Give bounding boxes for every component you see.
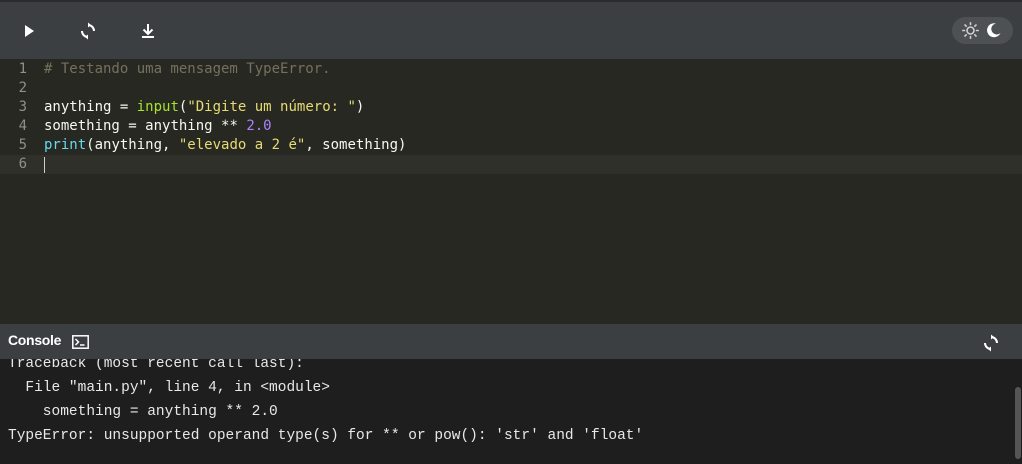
terminal-icon [72, 335, 89, 349]
text-cursor [44, 157, 45, 173]
play-icon [25, 25, 34, 37]
code-comment: # Testando uma mensagem TypeError. [44, 61, 331, 77]
code-operator: = [111, 99, 137, 115]
console-scrollbar[interactable] [1014, 359, 1022, 464]
refresh-icon[interactable] [982, 334, 1000, 352]
code-line: 5 print(anything, "elevado a 2 é", somet… [0, 136, 1022, 155]
code-line-active: 6 [0, 155, 1022, 174]
console-line: Traceback (most recent call last): [8, 359, 304, 372]
line-number: 3 [18, 99, 27, 115]
code-builtin: print [44, 137, 87, 153]
code-line: 1 # Testando uma mensagem TypeError. [0, 60, 1022, 79]
code-text[interactable]: something = anything ** 2.0 [44, 117, 272, 136]
console-line: File "main.py", line 4, in <module> [8, 380, 330, 396]
line-number: 2 [18, 80, 27, 96]
code-operator: = [119, 118, 146, 134]
download-icon [142, 24, 154, 38]
code-text[interactable]: # Testando uma mensagem TypeError. [44, 60, 331, 79]
sun-icon[interactable] [962, 22, 979, 39]
download-button[interactable] [137, 20, 159, 42]
run-button[interactable] [18, 20, 40, 42]
code-string: "elevado a 2 é" [178, 137, 306, 153]
code-editor[interactable]: 1 # Testando uma mensagem TypeError. 2 3… [0, 59, 1022, 324]
code-number: 2.0 [246, 118, 272, 134]
code-line: 2 [0, 79, 1022, 98]
code-args: , something) [305, 137, 407, 153]
moon-icon[interactable] [985, 22, 1002, 39]
code-identifier: anything [44, 99, 112, 115]
code-text[interactable]: print(anything, "elevado a 2 é", somethi… [44, 136, 406, 155]
reset-code-button[interactable] [77, 20, 99, 42]
code-operator: ** [212, 118, 247, 134]
code-function: input [136, 99, 179, 115]
console-line: something = anything ** 2.0 [8, 404, 278, 420]
code-line: 3 anything = input("Digite um número: ") [0, 98, 1022, 117]
code-identifier: anything [145, 118, 213, 134]
console-header: Console [0, 324, 1022, 359]
theme-toggle[interactable] [952, 17, 1013, 44]
console-line: TypeError: unsupported operand type(s) f… [8, 428, 644, 444]
scrollbar-thumb[interactable] [1015, 387, 1021, 459]
code-text[interactable]: anything = input("Digite um número: ") [44, 98, 364, 117]
code-line: 4 something = anything ** 2.0 [0, 117, 1022, 136]
toolbar [0, 0, 1022, 59]
line-number: 1 [18, 61, 27, 77]
line-number: 4 [18, 118, 27, 134]
code-identifier: something [44, 118, 120, 134]
refresh-icon [81, 22, 95, 40]
line-number: 6 [18, 156, 27, 172]
code-paren: ) [355, 99, 365, 115]
code-string: "Digite um número: " [187, 99, 356, 115]
console-title: Console [8, 332, 62, 348]
console-output[interactable]: Traceback (most recent call last): File … [0, 359, 1022, 464]
code-args: (anything, [86, 137, 179, 153]
line-number: 5 [18, 137, 27, 153]
